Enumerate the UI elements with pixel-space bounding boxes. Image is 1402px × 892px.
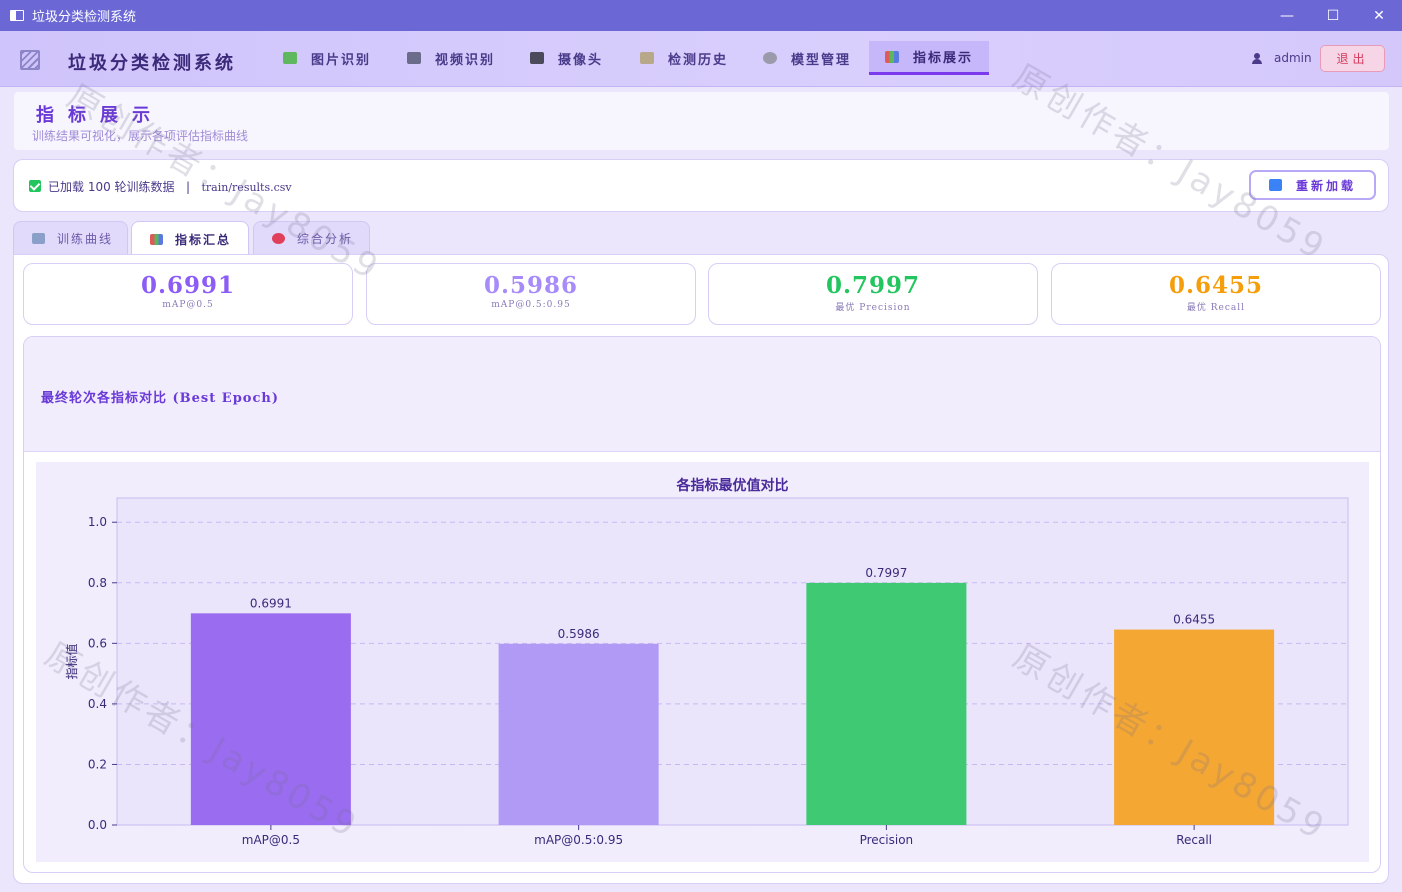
reload-label: 重新加载	[1295, 178, 1356, 193]
refresh-icon	[1268, 179, 1282, 191]
kpi-label: mAP@0.5:0.95	[491, 300, 571, 310]
kpi-value: 0.7997	[825, 272, 921, 299]
bar-chart-area: 各指标最优值对比 0.0 0.2 0.4 0.6 0.8 1.0 指标值 0.6991 mAP@0…	[36, 462, 1369, 862]
user-icon	[1252, 52, 1262, 64]
x-tick-label: mAP@0.5:0.95	[534, 833, 623, 847]
bar-map-0-5	[190, 613, 351, 825]
tab-metrics-summary[interactable]: 指标汇总	[131, 221, 249, 256]
bar-map-0-5-0-95	[498, 643, 659, 825]
tab-training-curves[interactable]: 训练曲线	[13, 221, 128, 255]
bar-recall	[1114, 629, 1275, 825]
reload-button[interactable]: 重新加载	[1249, 170, 1376, 200]
close-button[interactable]: ✕	[1356, 0, 1402, 31]
y-tick-label: 0.6	[88, 636, 107, 650]
nav-item-camera[interactable]: 摄像头	[530, 41, 603, 75]
x-tick-label: Recall	[1176, 833, 1212, 847]
nav-item-label: 指标展示	[913, 51, 974, 66]
y-tick-label: 0.2	[88, 757, 107, 771]
y-axis-label: 指标值	[64, 643, 79, 679]
camera-icon	[530, 52, 544, 64]
app-icon	[10, 10, 24, 21]
nav-item-metrics[interactable]: 指标展示	[869, 41, 990, 75]
nav-item-label: 模型管理	[791, 52, 852, 68]
kpi-label: 最优 Recall	[1186, 303, 1246, 313]
bar-chart-icon	[885, 50, 899, 63]
page-title: 指标展示	[36, 105, 164, 126]
chart-card-header: 最终轮次各指标对比 (Best Epoch)	[24, 337, 1380, 452]
window-controls: — ☐ ✕	[1264, 0, 1402, 31]
page-header: 指标展示 训练结果可视化，展示各项评估指标曲线	[14, 92, 1389, 150]
nav-item-video-recognition[interactable]: 视频识别	[407, 41, 495, 75]
metrics-summary-panel: 0.6991 mAP@0.5 0.5986 mAP@0.5:0.95 0.799…	[13, 254, 1389, 884]
check-icon	[29, 180, 41, 192]
kpi-label: mAP@0.5	[162, 300, 214, 310]
nav-item-label: 图片识别	[311, 52, 372, 68]
kpi-value: 0.6455	[1168, 272, 1264, 299]
kpi-label: 最优 Precision	[835, 303, 911, 313]
top-navbar: 垃圾分类检测系统 图片识别 视频识别 摄像头 检测历史 模型管理 指标展示 ad…	[0, 31, 1402, 87]
kpi-card-precision: 0.7997 最优 Precision	[708, 263, 1038, 325]
kpi-value: 0.5986	[483, 272, 579, 299]
clipboard-icon	[640, 52, 654, 64]
image-icon	[283, 52, 297, 64]
y-tick-label: 1.0	[88, 515, 107, 529]
tab-comprehensive-analysis[interactable]: 综合分析	[253, 221, 370, 255]
results-file-path: train/results.csv	[201, 181, 292, 194]
page-subtitle: 训练结果可视化，展示各项评估指标曲线	[32, 129, 249, 143]
kpi-card-recall: 0.6455 最优 Recall	[1051, 263, 1381, 325]
logout-button[interactable]: 退出	[1320, 45, 1385, 72]
x-tick-label: mAP@0.5	[242, 833, 300, 847]
data-status-panel: 已加载 100 轮训练数据 | train/results.csv 重新加载	[13, 159, 1389, 212]
window-titlebar: 垃圾分类检测系统 — ☐ ✕	[0, 0, 1402, 31]
line-chart-icon	[32, 233, 45, 244]
loaded-status: 已加载 100 轮训练数据	[48, 180, 175, 194]
y-tick-label: 0.0	[88, 818, 107, 832]
x-tick-label: Precision	[860, 833, 914, 847]
status-separator: |	[186, 180, 191, 194]
nav-item-label: 视频识别	[435, 52, 496, 68]
maximize-button[interactable]: ☐	[1310, 0, 1356, 31]
nav-item-label: 检测历史	[668, 52, 729, 68]
tab-label: 综合分析	[297, 232, 354, 246]
film-icon	[407, 52, 421, 64]
bar-chart-icon	[150, 233, 163, 245]
app-brand: 垃圾分类检测系统	[68, 53, 236, 74]
chart-card-title: 最终轮次各指标对比 (Best Epoch)	[41, 391, 279, 406]
username: admin	[1274, 51, 1312, 65]
nav-item-image-recognition[interactable]: 图片识别	[283, 41, 371, 75]
bar-value-label: 0.7997	[865, 566, 907, 580]
kpi-value: 0.6991	[140, 272, 236, 299]
kpi-card-map50: 0.6991 mAP@0.5	[23, 263, 353, 325]
status-text: 已加载 100 轮训练数据 | train/results.csv	[48, 178, 292, 195]
tab-label: 指标汇总	[175, 232, 232, 247]
trash-logo-icon	[20, 50, 40, 70]
bar-value-label: 0.5986	[558, 627, 600, 641]
kpi-card-map50-95: 0.5986 mAP@0.5:0.95	[366, 263, 696, 325]
target-icon	[272, 233, 285, 244]
y-tick-label: 0.4	[88, 697, 107, 711]
gear-icon	[763, 52, 777, 64]
nav-item-label: 摄像头	[558, 52, 604, 68]
metrics-bar-chart: 各指标最优值对比 0.0 0.2 0.4 0.6 0.8 1.0 指标值 0.6991 mAP@0…	[36, 462, 1369, 862]
user-info: admin	[1252, 51, 1312, 65]
tab-label: 训练曲线	[57, 232, 114, 246]
bar-value-label: 0.6991	[250, 596, 292, 610]
bar-precision	[806, 582, 967, 825]
minimize-button[interactable]: —	[1264, 0, 1310, 31]
bar-value-label: 0.6455	[1173, 613, 1215, 627]
window-title: 垃圾分类检测系统	[32, 10, 137, 25]
nav-item-history[interactable]: 检测历史	[640, 41, 728, 75]
y-tick-label: 0.8	[88, 576, 107, 590]
chart-title: 各指标最优值对比	[676, 477, 789, 494]
nav-item-model-management[interactable]: 模型管理	[763, 41, 851, 75]
best-epoch-chart-card: 最终轮次各指标对比 (Best Epoch) 各指标最优值对比 0.0 0.2 0.4…	[23, 336, 1381, 873]
